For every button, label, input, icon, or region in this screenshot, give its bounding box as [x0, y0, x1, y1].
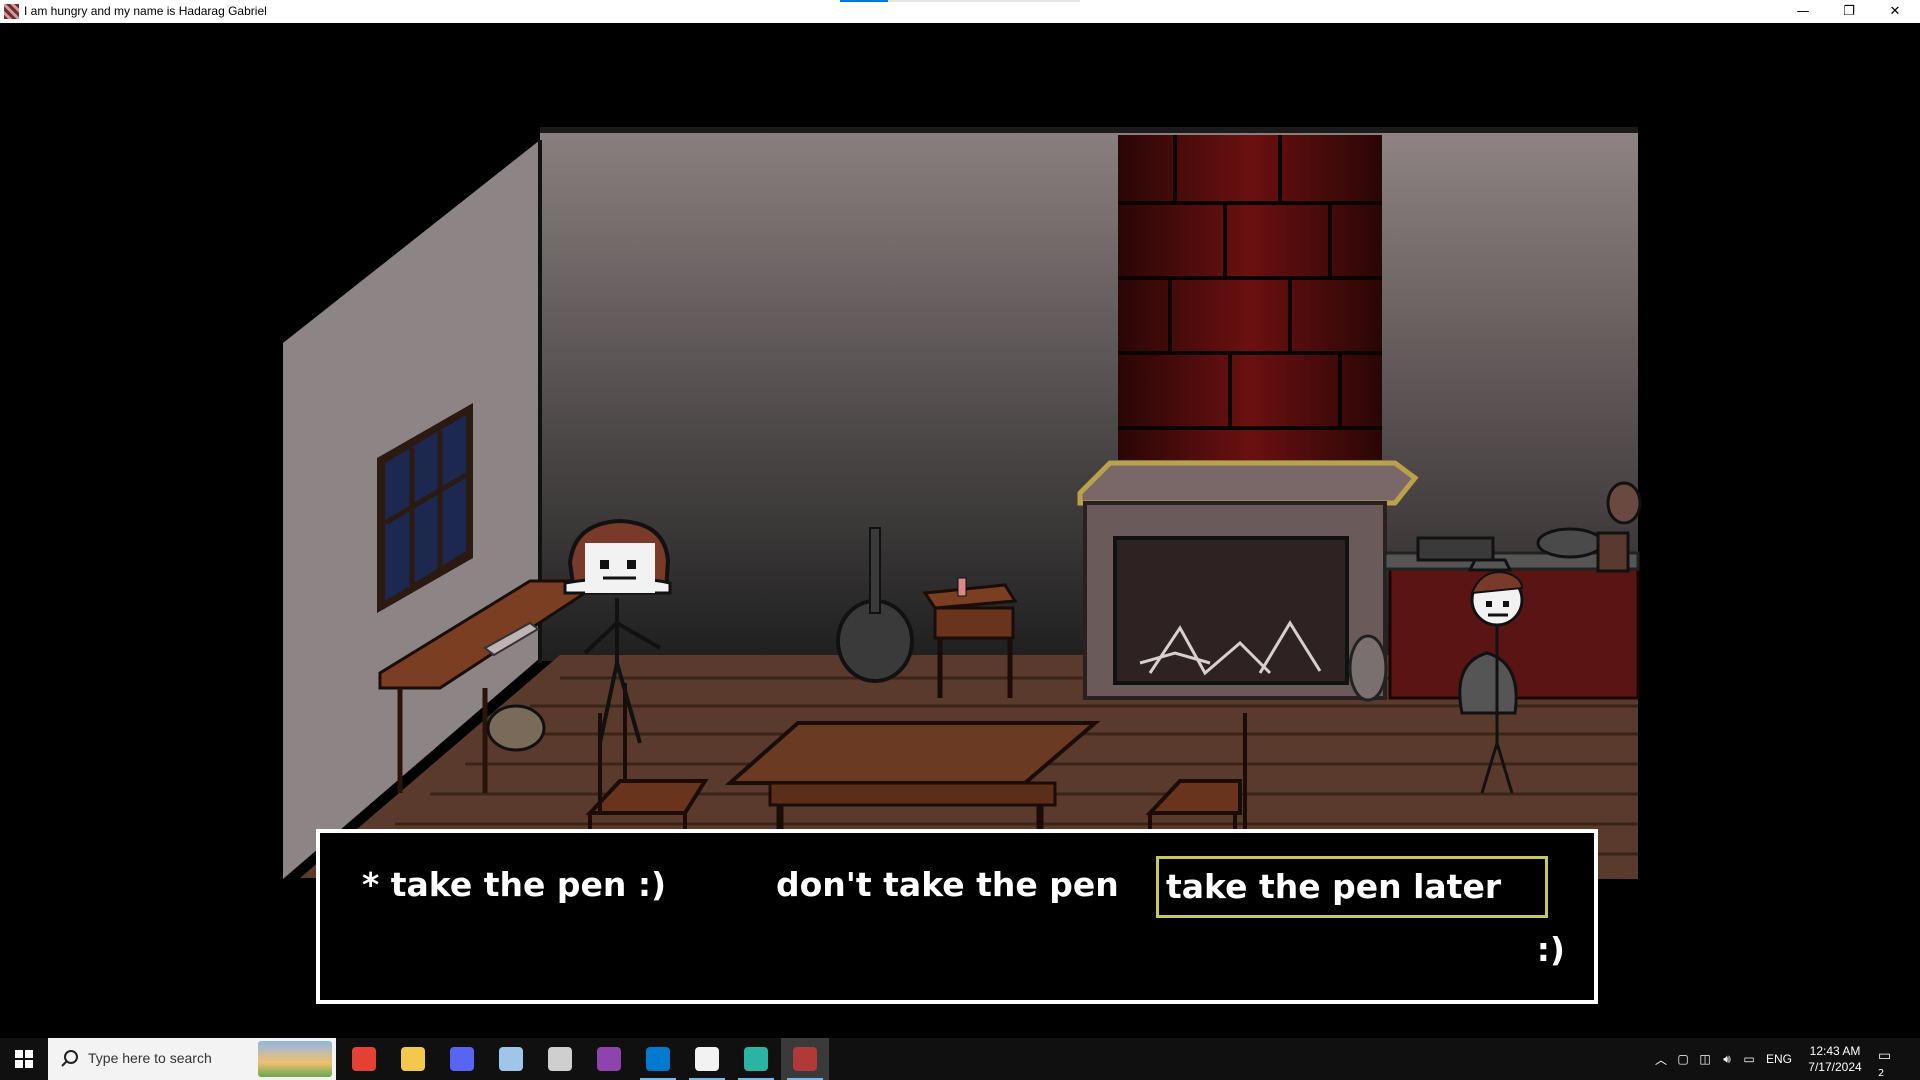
chimney	[1118, 135, 1382, 460]
tablet-icon[interactable]: ▢	[1672, 1052, 1694, 1066]
twitch-icon	[695, 1047, 719, 1071]
jug	[1348, 634, 1388, 702]
paint-icon	[499, 1047, 523, 1071]
vase-right	[1606, 481, 1642, 525]
jar	[1596, 531, 1630, 573]
dialogue-box: * take the pen :) don't take the pen tak…	[316, 829, 1598, 1004]
notification-count: 2	[1878, 1068, 1885, 1079]
clock[interactable]: 12:43 AM 7/17/2024	[1800, 1043, 1870, 1075]
taskbar-search-box[interactable]: Type here to search	[48, 1038, 336, 1080]
windows-logo-icon	[15, 1050, 33, 1068]
window-titlebar: I am hungry and my name is Hadarag Gabri…	[0, 0, 1920, 24]
small-table-body	[933, 606, 1015, 640]
maximize-button[interactable]: ❐	[1826, 0, 1872, 23]
title-accent-track	[888, 0, 1080, 2]
bucket	[486, 704, 546, 752]
taskbar-app-twitch[interactable]	[683, 1038, 731, 1080]
choice-take-pen[interactable]: * take the pen :)	[362, 865, 666, 905]
title-accent-bar	[840, 0, 888, 2]
fireplace-hood	[1077, 460, 1419, 506]
volume-icon[interactable]: 🔊︎	[1716, 1052, 1738, 1067]
main-table-apron	[768, 781, 1057, 807]
taskbar-app-printer[interactable]	[536, 1038, 584, 1080]
taskbar-app-discord[interactable]	[438, 1038, 486, 1080]
taskbar-app-paint[interactable]	[487, 1038, 535, 1080]
minimize-button[interactable]: —	[1780, 0, 1826, 23]
candle	[957, 577, 967, 597]
clock-time: 12:43 AM	[1809, 1044, 1861, 1058]
search-icon	[61, 1050, 78, 1067]
right-wall	[1380, 131, 1638, 571]
notification-icon: ▭	[1878, 1048, 1892, 1064]
taskbar-app-game[interactable]	[781, 1038, 829, 1080]
discord-icon	[450, 1047, 474, 1071]
vscode-icon	[646, 1047, 670, 1071]
network-icon[interactable]: ▭	[1738, 1052, 1760, 1066]
game-viewport[interactable]: * take the pen :) don't take the pen tak…	[0, 23, 1920, 1038]
chevron-up-icon[interactable]: ︿	[1650, 1051, 1672, 1068]
game-app-icon	[4, 4, 19, 19]
taskbar-app-app-teal[interactable]	[732, 1038, 780, 1080]
pan	[1416, 536, 1495, 562]
close-button[interactable]: ✕	[1872, 0, 1918, 23]
taskbar-app-file-explorer[interactable]	[389, 1038, 437, 1080]
printer-icon	[548, 1047, 572, 1071]
choice-dont-take-pen[interactable]: don't take the pen	[776, 865, 1119, 905]
speaker-face: :)	[1536, 930, 1565, 969]
center-vase-neck	[869, 527, 881, 614]
pot	[1536, 527, 1604, 559]
taskbar-app-vscode[interactable]	[634, 1038, 682, 1080]
notification-button[interactable]: ▭ 2	[1878, 1048, 1900, 1079]
meet-now-icon[interactable]: ◫	[1694, 1052, 1716, 1066]
window-title: I am hungry and my name is Hadarag Gabri…	[24, 4, 267, 18]
taskbar: Type here to search ︿ ▢ ◫ 🔊︎ ▭ ENG 12:43…	[0, 1038, 1920, 1080]
language-indicator[interactable]: ENG	[1766, 1052, 1792, 1066]
chrome-icon	[352, 1047, 376, 1071]
start-button[interactable]	[0, 1038, 48, 1080]
choice-take-pen-later[interactable]: take the pen later	[1156, 856, 1548, 918]
clock-date: 7/17/2024	[1808, 1060, 1862, 1074]
system-tray: ︿ ▢ ◫ 🔊︎ ▭ ENG	[1650, 1038, 1792, 1080]
ceiling-edge	[540, 127, 1638, 133]
taskbar-app-chrome[interactable]	[340, 1038, 388, 1080]
game-icon	[793, 1047, 817, 1071]
file-explorer-icon	[401, 1047, 425, 1071]
search-highlight-image	[258, 1041, 332, 1077]
app-teal-icon	[744, 1047, 768, 1071]
winrar-icon	[597, 1047, 621, 1071]
search-placeholder: Type here to search	[88, 1050, 212, 1066]
taskbar-app-winrar[interactable]	[585, 1038, 633, 1080]
